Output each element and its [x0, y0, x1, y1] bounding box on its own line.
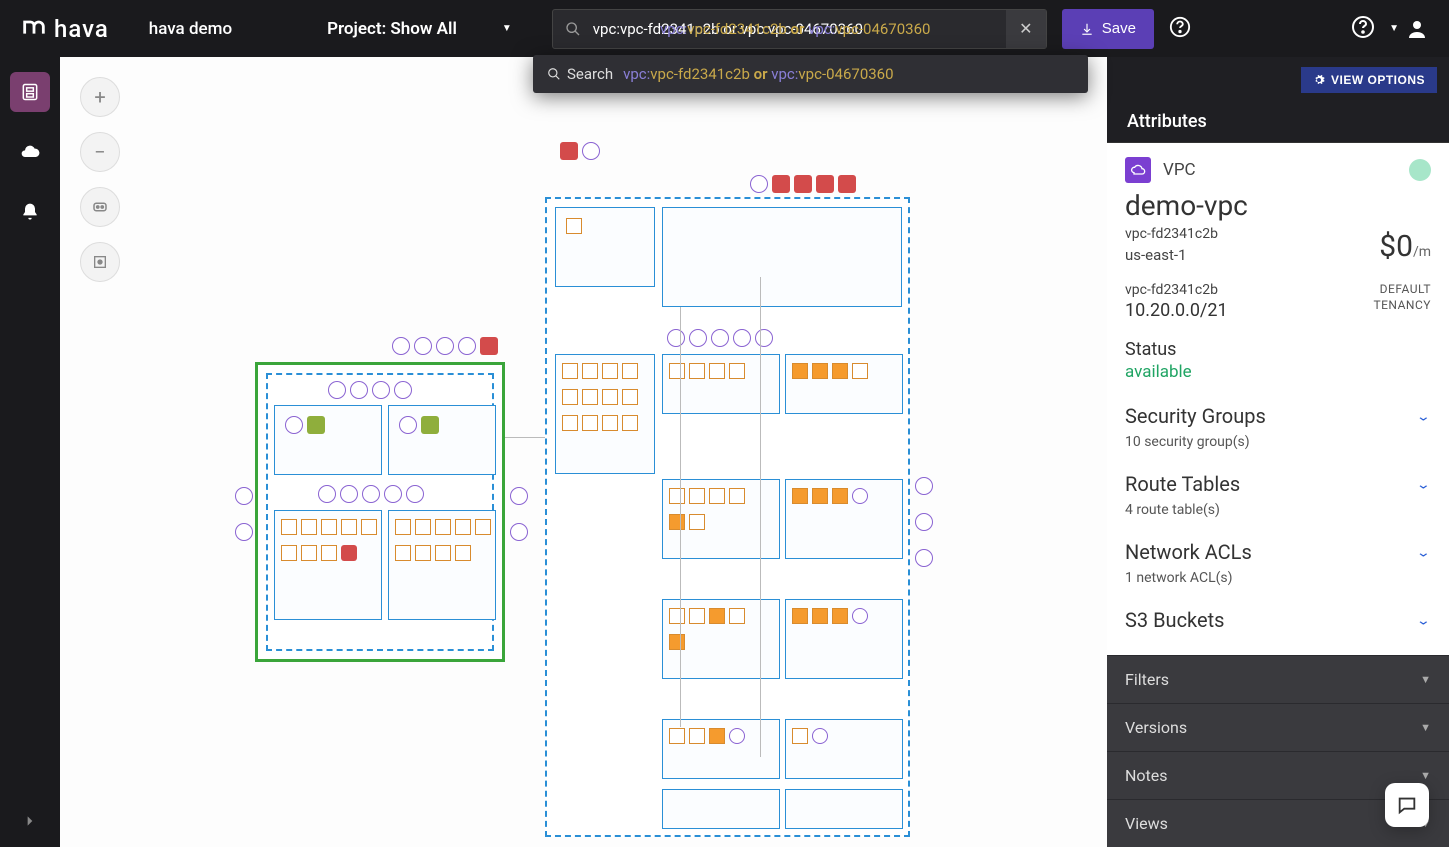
section-security-groups[interactable]: Security Groups ⌄ 10 security group(s) — [1125, 404, 1431, 450]
diagram-vpc-a[interactable] — [255, 362, 505, 662]
left-rail — [0, 57, 60, 847]
status-label: Status — [1125, 339, 1431, 360]
diagram-header-icons — [560, 142, 600, 160]
chevron-down-icon: ⌄ — [1416, 613, 1431, 628]
resource-header: VPC — [1125, 157, 1431, 183]
view-options-label: VIEW OPTIONS — [1331, 73, 1425, 87]
chevron-down-icon: ▼ — [1420, 673, 1431, 686]
resource-type-label: VPC — [1163, 160, 1196, 180]
section-s3-buckets[interactable]: S3 Buckets ⌄ — [1125, 608, 1431, 632]
resource-id-2: vpc-fd2341c2b — [1125, 282, 1228, 298]
search-suggestion-text: vpc:vpc-fd2341c2b or vpc:vpc-04670360 — [623, 65, 893, 83]
chevron-down-icon: ▼ — [1389, 23, 1399, 34]
attributes-body: VPC demo-vpc vpc-fd2341c2b us-east-1 $0/… — [1107, 143, 1449, 655]
target-icon — [92, 254, 108, 270]
accordion-versions[interactable]: Versions▼ — [1107, 703, 1449, 751]
resource-name: demo-vpc — [1125, 189, 1431, 222]
chevron-down-icon: ⌄ — [1416, 409, 1431, 424]
search-dropdown-label: Search — [547, 65, 613, 83]
external-resource-icons-mid — [510, 487, 528, 541]
vpc-a-inner — [266, 373, 494, 651]
vpc-a-header-icons — [392, 337, 498, 355]
search-suggestion-dropdown[interactable]: Search vpc:vpc-fd2341c2b or vpc:vpc-0467… — [533, 55, 1088, 93]
cloud-icon — [20, 142, 40, 162]
fit-button[interactable] — [80, 187, 120, 227]
center-button[interactable] — [80, 242, 120, 282]
right-panel: VIEW OPTIONS Attributes VPC demo-vpc vpc… — [1107, 57, 1449, 847]
logo[interactable]: hava — [20, 15, 109, 43]
topbar: hava hava demo Project: Show All ▼ ✕ vpc… — [0, 0, 1449, 57]
status-value: available — [1125, 362, 1431, 382]
topbar-right: ▼ — [1351, 15, 1429, 43]
chevron-down-icon: ▼ — [502, 23, 512, 34]
project-dropdown[interactable]: Project: Show All ▼ — [327, 19, 512, 39]
resource-id: vpc-fd2341c2b — [1125, 226, 1218, 242]
view-options-button[interactable]: VIEW OPTIONS — [1301, 67, 1437, 93]
chat-launcher[interactable] — [1385, 783, 1429, 827]
gear-icon — [1313, 74, 1325, 86]
search-clear-button[interactable]: ✕ — [1006, 10, 1046, 48]
section-network-acls[interactable]: Network ACLs ⌄ 1 network ACL(s) — [1125, 540, 1431, 586]
help-icon[interactable] — [1169, 16, 1191, 42]
vpc-b-row-icons — [667, 329, 773, 347]
tenancy-label: DEFAULT TENANCY — [1373, 282, 1431, 321]
save-button-label: Save — [1102, 20, 1136, 37]
chevron-right-icon — [23, 814, 37, 828]
search-input[interactable] — [593, 10, 1006, 48]
accordion-filters[interactable]: Filters▼ — [1107, 655, 1449, 703]
fit-icon — [91, 198, 109, 216]
chevron-down-icon: ▼ — [1420, 721, 1431, 734]
canvas-controls: + − — [80, 77, 120, 282]
search-icon[interactable] — [553, 10, 593, 48]
zoom-out-button[interactable]: − — [80, 132, 120, 172]
logo-icon — [20, 15, 48, 43]
chevron-down-icon: ⌄ — [1416, 477, 1431, 492]
resource-price: $0/m — [1379, 229, 1431, 264]
rail-alerts[interactable] — [10, 192, 50, 232]
rail-sources[interactable] — [10, 132, 50, 172]
save-button[interactable]: Save — [1062, 9, 1154, 49]
external-resource-icons-left — [235, 487, 253, 541]
search-icon — [547, 67, 561, 81]
resource-region: us-east-1 — [1125, 246, 1218, 264]
search-box: ✕ — [552, 9, 1047, 49]
status-indicator — [1409, 159, 1431, 181]
chat-icon — [1396, 794, 1418, 816]
project-dropdown-label: Project: Show All — [327, 19, 457, 39]
diagram-header-icons-2 — [750, 175, 856, 193]
vpc-a-row-icons — [328, 381, 412, 399]
diagram-canvas[interactable]: + − — [60, 57, 1107, 847]
bell-icon — [20, 202, 40, 222]
diagram-icon — [20, 82, 40, 102]
chevron-down-icon: ⌄ — [1416, 545, 1431, 560]
vpc-icon — [1125, 157, 1151, 183]
help-icon-2[interactable] — [1351, 15, 1375, 43]
vpc-a-mid-icons — [318, 485, 424, 503]
rail-diagrams[interactable] — [10, 72, 50, 112]
attributes-header: Attributes — [1107, 93, 1449, 143]
zoom-in-button[interactable]: + — [80, 77, 120, 117]
chevron-down-icon: ▼ — [1420, 769, 1431, 782]
user-icon — [1405, 17, 1429, 41]
section-route-tables[interactable]: Route Tables ⌄ 4 route table(s) — [1125, 472, 1431, 518]
project-name[interactable]: hava demo — [149, 19, 232, 39]
diagram-vpc-b[interactable] — [545, 197, 910, 837]
logo-text: hava — [54, 15, 109, 43]
user-menu[interactable]: ▼ — [1389, 17, 1429, 41]
rail-expand-toggle[interactable] — [23, 813, 37, 832]
external-resource-icons — [915, 477, 933, 567]
resource-cidr: 10.20.0.0/21 — [1125, 300, 1228, 321]
download-icon — [1080, 22, 1094, 36]
